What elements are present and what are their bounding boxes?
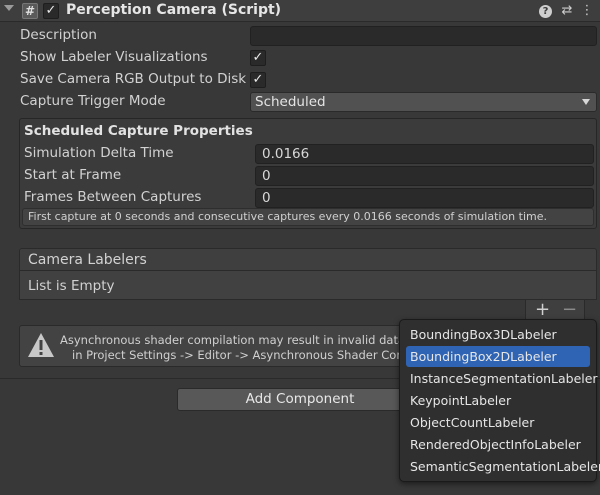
camera-labelers-title: Camera Labelers	[28, 252, 147, 268]
camera-labelers-list: List is Empty	[19, 271, 597, 300]
warning-text-line-2: in Project Settings -> Editor -> Asynchr…	[72, 348, 444, 362]
save-rgb-output-checkbox[interactable]: ✓	[250, 72, 266, 88]
description-label: Description	[20, 27, 97, 43]
more-icon[interactable]: ⋮	[579, 3, 595, 19]
save-rgb-output-label: Save Camera RGB Output to Disk	[20, 71, 247, 87]
script-icon: #	[22, 3, 38, 19]
scheduled-capture-heading: Scheduled Capture Properties	[24, 123, 253, 139]
component-enabled-checkbox[interactable]: ✓	[43, 3, 59, 19]
start-at-frame-field[interactable]: 0	[255, 166, 594, 186]
simulation-delta-time-label: Simulation Delta Time	[24, 145, 174, 161]
foldout-arrow-icon[interactable]	[4, 5, 14, 11]
popup-item-semanticsegmentationlabeler[interactable]: SemanticSegmentationLabeler	[406, 456, 600, 477]
dropdown-arrow-icon	[582, 99, 590, 105]
capture-trigger-mode-dropdown[interactable]: Scheduled	[250, 92, 597, 112]
show-labeler-visualizations-label: Show Labeler Visualizations	[20, 49, 208, 65]
popup-item-instancesegmentationlabeler[interactable]: InstanceSegmentationLabeler	[406, 368, 598, 389]
warning-text-line-1: Asynchronous shader compilation may resu…	[60, 333, 438, 347]
capture-help-text: First capture at 0 seconds and consecuti…	[22, 208, 594, 226]
frames-between-captures-label: Frames Between Captures	[24, 189, 202, 205]
capture-trigger-mode-label: Capture Trigger Mode	[20, 93, 166, 109]
description-field[interactable]	[250, 26, 597, 46]
labeler-type-popup: BoundingBox3DLabeler BoundingBox2DLabele…	[399, 319, 600, 482]
component-title: Perception Camera (Script)	[66, 2, 282, 18]
add-labeler-button[interactable]: +	[535, 301, 550, 319]
simulation-delta-time-field[interactable]: 0.0166	[255, 144, 594, 164]
frames-between-captures-field[interactable]: 0	[255, 188, 594, 208]
help-icon[interactable]: ?	[539, 5, 552, 18]
add-component-button[interactable]: Add Component	[177, 388, 423, 411]
presets-icon[interactable]: ⇄	[559, 3, 575, 19]
popup-item-keypointlabeler[interactable]: KeypointLabeler	[406, 390, 590, 411]
popup-item-boundingbox3dlabeler[interactable]: BoundingBox3DLabeler	[406, 324, 590, 345]
popup-item-boundingbox2dlabeler[interactable]: BoundingBox2DLabeler	[406, 346, 590, 367]
list-empty-text: List is Empty	[28, 278, 115, 294]
remove-labeler-button[interactable]: −	[562, 301, 577, 319]
warning-icon	[28, 333, 54, 357]
popup-item-objectcountlabeler[interactable]: ObjectCountLabeler	[406, 412, 590, 433]
camera-labelers-header: Camera Labelers	[19, 248, 597, 271]
scheduled-capture-box: Scheduled Capture Properties Simulation …	[19, 118, 597, 229]
start-at-frame-label: Start at Frame	[24, 167, 122, 183]
popup-item-renderedobjectinfolabeler[interactable]: RenderedObjectInfoLabeler	[406, 434, 590, 455]
component-header: # ✓ Perception Camera (Script) ? ⇄ ⋮	[0, 0, 600, 22]
capture-trigger-mode-value: Scheduled	[255, 94, 326, 110]
show-labeler-visualizations-checkbox[interactable]: ✓	[250, 50, 266, 66]
